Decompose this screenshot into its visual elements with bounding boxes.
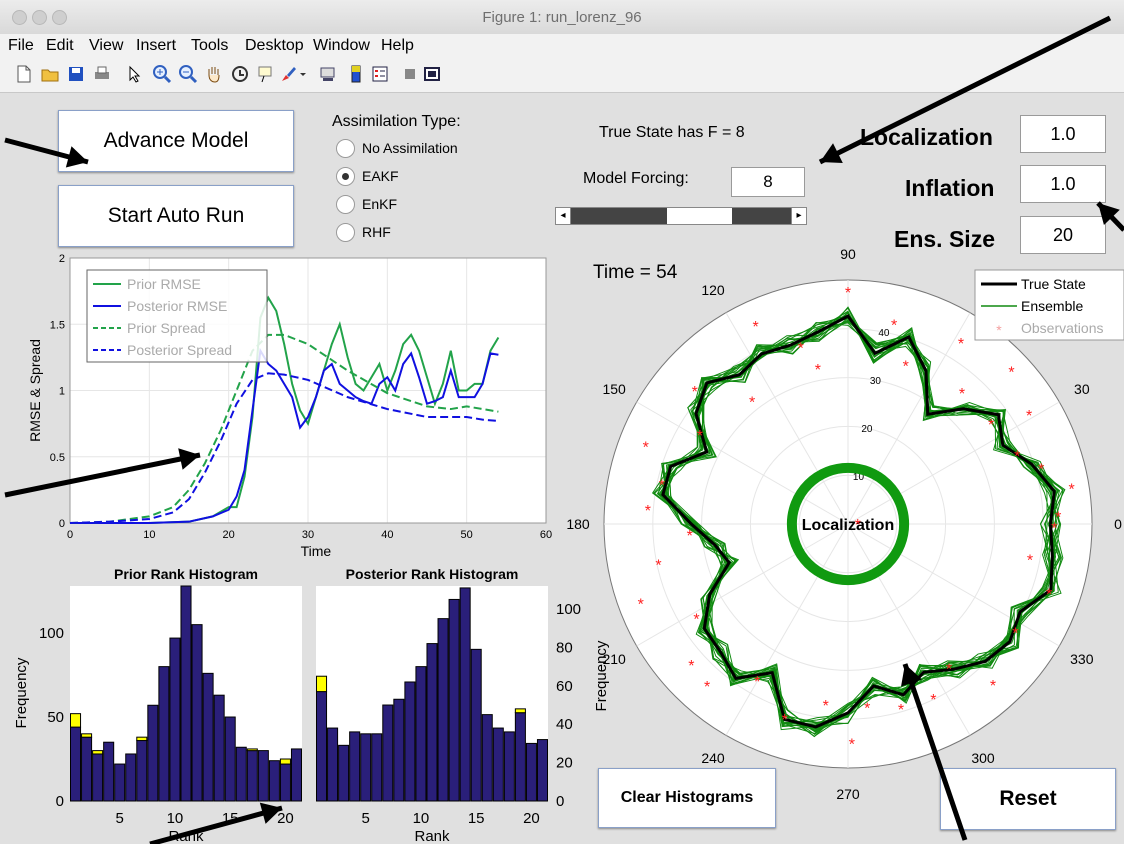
menu-bar: File Edit View Insert Tools Desktop Wind… [0, 34, 1124, 58]
model-forcing-label: Model Forcing: [583, 170, 689, 187]
advance-model-button[interactable]: Advance Model [58, 110, 294, 172]
radio-label-eakf: EAKF [362, 168, 399, 184]
pan-hand-icon[interactable] [204, 64, 224, 84]
radio-label-rhf: RHF [362, 224, 391, 240]
menu-view[interactable]: View [89, 37, 123, 55]
data-cursor-icon[interactable] [256, 64, 276, 84]
rotate-3d-icon[interactable] [230, 64, 250, 84]
legend-icon[interactable] [370, 64, 390, 84]
clear-histograms-button[interactable]: Clear Histograms [598, 768, 776, 828]
assimilation-type-label: Assimilation Type: [332, 113, 461, 130]
localization-field[interactable]: 1.0 [1020, 115, 1106, 153]
dropdown-icon[interactable] [298, 64, 308, 84]
model-forcing-slider[interactable]: ◂ ▸ [555, 207, 807, 225]
slider-right-arrow-icon[interactable]: ▸ [791, 208, 806, 224]
link-icon[interactable] [318, 64, 338, 84]
ens-size-field[interactable]: 20 [1020, 216, 1106, 254]
zoom-in-icon[interactable] [152, 64, 172, 84]
reset-button[interactable]: Reset [940, 768, 1116, 830]
window-title-bar: Figure 1: run_lorenz_96 [0, 0, 1124, 35]
menu-window[interactable]: Window [313, 37, 370, 55]
zoom-out-icon[interactable] [178, 64, 198, 84]
radio-rhf[interactable] [336, 223, 355, 242]
radio-no-assimilation[interactable] [336, 139, 355, 158]
window-title: Figure 1: run_lorenz_96 [482, 9, 642, 26]
model-forcing-field[interactable]: 8 [731, 167, 805, 197]
pointer-icon[interactable] [124, 64, 144, 84]
start-auto-run-button[interactable]: Start Auto Run [58, 185, 294, 247]
radio-label-enkf: EnKF [362, 196, 398, 212]
localization-label: Localization [860, 124, 993, 150]
toolbar [0, 58, 1124, 93]
ens-size-label: Ens. Size [894, 226, 995, 252]
brush-icon[interactable] [278, 64, 298, 84]
open-folder-icon[interactable] [40, 64, 60, 84]
inflation-label: Inflation [905, 175, 995, 201]
menu-tools[interactable]: Tools [191, 37, 228, 55]
colorbar-icon[interactable] [346, 64, 366, 84]
radio-label-no-assimilation: No Assimilation [362, 140, 458, 156]
show-plot-tools-icon[interactable] [422, 64, 442, 84]
radio-enkf[interactable] [336, 195, 355, 214]
menu-desktop[interactable]: Desktop [245, 37, 304, 55]
new-file-icon[interactable] [14, 64, 34, 84]
true-state-label: True State has F = 8 [599, 124, 745, 141]
menu-help[interactable]: Help [381, 37, 414, 55]
menu-file[interactable]: File [8, 37, 34, 55]
menu-insert[interactable]: Insert [136, 37, 176, 55]
inflation-field[interactable]: 1.0 [1020, 165, 1106, 203]
save-icon[interactable] [66, 64, 86, 84]
radio-eakf[interactable] [336, 167, 355, 186]
print-icon[interactable] [92, 64, 112, 84]
slider-thumb[interactable] [666, 208, 732, 224]
menu-edit[interactable]: Edit [46, 37, 74, 55]
slider-left-arrow-icon[interactable]: ◂ [556, 208, 571, 224]
hide-plot-tools-icon[interactable] [400, 64, 420, 84]
